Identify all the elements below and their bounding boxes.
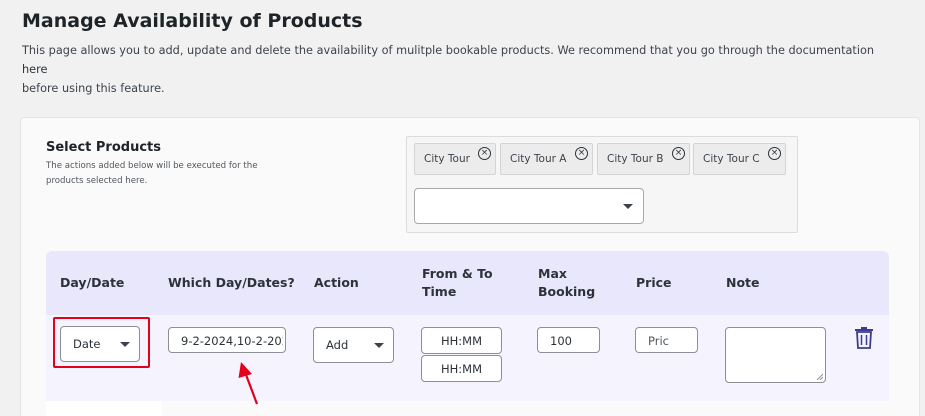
- col-price: Price: [636, 275, 672, 290]
- description-text-2: before using this feature.: [22, 82, 165, 95]
- col-day-date: Day/Date: [60, 275, 125, 290]
- highlight-box: [53, 317, 150, 368]
- to-time-input[interactable]: HH:MM: [421, 355, 502, 382]
- remove-tag-icon[interactable]: ×: [672, 147, 685, 160]
- product-tag-label: City Tour B: [607, 153, 664, 165]
- remove-tag-icon[interactable]: ×: [768, 147, 781, 160]
- table-row-divider: [46, 401, 162, 416]
- from-time-input[interactable]: HH:MM: [421, 327, 502, 354]
- max-booking-value: 100: [550, 334, 572, 348]
- select-products-help: The actions added below will be executed…: [46, 161, 258, 186]
- product-tag-label: City Tour: [424, 153, 470, 165]
- action-value: Add: [326, 338, 349, 352]
- resize-handle-icon[interactable]: [816, 373, 823, 380]
- page-title: Manage Availability of Products: [22, 10, 363, 32]
- product-tag: City Tour A ×: [500, 143, 593, 175]
- remove-tag-icon[interactable]: ×: [478, 147, 491, 160]
- price-input[interactable]: Pric: [635, 327, 698, 353]
- from-time-value: HH:MM: [440, 334, 482, 348]
- chevron-down-icon: [374, 343, 384, 348]
- product-dropdown[interactable]: [414, 188, 644, 224]
- documentation-link[interactable]: here: [22, 63, 47, 76]
- col-max-booking: Max Booking: [538, 266, 596, 299]
- page-description: This page allows you to add, update and …: [22, 41, 902, 98]
- product-tag: City Tour C ×: [693, 143, 786, 175]
- col-note: Note: [726, 275, 760, 290]
- trash-icon[interactable]: [855, 327, 873, 349]
- product-tag-label: City Tour C: [703, 153, 760, 165]
- col-action: Action: [314, 275, 359, 290]
- select-products-title: Select Products: [46, 140, 161, 155]
- product-tag: City Tour B ×: [597, 143, 690, 175]
- action-select[interactable]: Add: [313, 327, 394, 363]
- remove-tag-icon[interactable]: ×: [575, 147, 588, 160]
- col-which-days: Which Day/Dates?: [168, 275, 295, 290]
- product-tag: City Tour ×: [414, 143, 496, 175]
- to-time-value: HH:MM: [440, 362, 482, 376]
- price-placeholder: Pric: [648, 334, 669, 348]
- max-booking-input[interactable]: 100: [537, 327, 600, 353]
- product-tag-label: City Tour A: [510, 153, 567, 165]
- description-text: This page allows you to add, update and …: [22, 44, 875, 57]
- which-days-input[interactable]: 9-2-2024,10-2-2024: [168, 327, 286, 353]
- note-textarea[interactable]: [725, 327, 826, 383]
- col-from-to-time: From & To Time: [422, 266, 493, 299]
- which-days-value: 9-2-2024,10-2-2024: [181, 334, 283, 348]
- chevron-down-icon: [623, 204, 633, 209]
